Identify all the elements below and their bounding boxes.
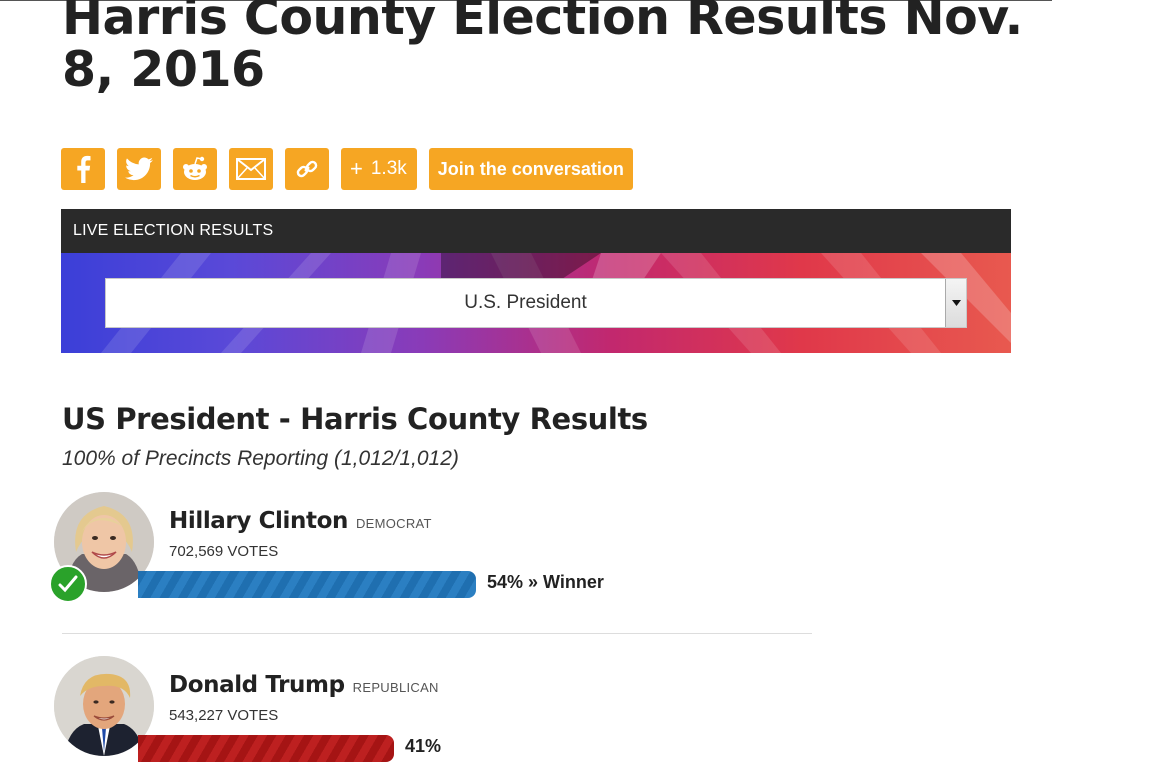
copy-link-button[interactable] [285,148,329,190]
candidate-row: Hillary Clinton DEMOCRAT 702,569 VOTES 54… [49,492,814,603]
email-share-button[interactable] [229,148,273,190]
candidate-party: REPUBLICAN [352,680,439,695]
candidate-party: DEMOCRAT [355,516,432,531]
election-banner: U.S. President [61,253,1011,353]
email-icon [236,158,266,180]
join-conversation-button[interactable]: Join the conversation [428,148,633,190]
winner-check-icon [49,565,87,603]
vote-bar-track [138,571,476,598]
vote-share-bar [138,735,394,762]
vote-bar-track [138,735,394,762]
candidate-votes: 543,227 VOTES [169,707,279,724]
twitter-share-button[interactable] [117,148,161,190]
facebook-icon [75,155,91,183]
reddit-share-button[interactable] [173,148,217,190]
candidate-name-line: Donald Trump REPUBLICAN [169,672,439,698]
candidate-name-line: Hillary Clinton DEMOCRAT [169,508,432,534]
candidate-row: Donald Trump REPUBLICAN 543,227 VOTES 41% [54,656,814,766]
vote-share-label: 41% [405,736,442,756]
vote-share-bar [138,571,476,598]
vote-share-label: 54% » Winner [487,572,604,592]
page-title: Harris County Election Results Nov. 8, 2… [62,0,1023,98]
precincts-reporting: 100% of Precincts Reporting (1,012/1,012… [62,447,459,470]
candidate-name: Donald Trump [169,672,345,698]
twitter-icon [125,157,153,181]
candidate-votes: 702,569 VOTES [169,543,279,560]
live-results-widget: LIVE ELECTION RESULTS U.S. President [61,209,1011,353]
share-bar: + 1.3k Join the conversation [61,148,633,190]
reddit-icon [180,156,210,182]
race-select[interactable]: U.S. President [105,278,967,328]
share-count: 1.3k [370,158,407,179]
chevron-down-icon[interactable] [945,279,966,327]
results-title: US President - Harris County Results [62,402,648,436]
share-count-button[interactable]: + 1.3k [341,148,417,190]
race-select-value: U.S. President [464,292,587,313]
divider [62,633,812,634]
candidate-name: Hillary Clinton [169,508,348,534]
facebook-share-button[interactable] [61,148,105,190]
link-icon [295,157,319,181]
widget-header: LIVE ELECTION RESULTS [61,209,1011,253]
plus-icon: + [350,156,363,181]
